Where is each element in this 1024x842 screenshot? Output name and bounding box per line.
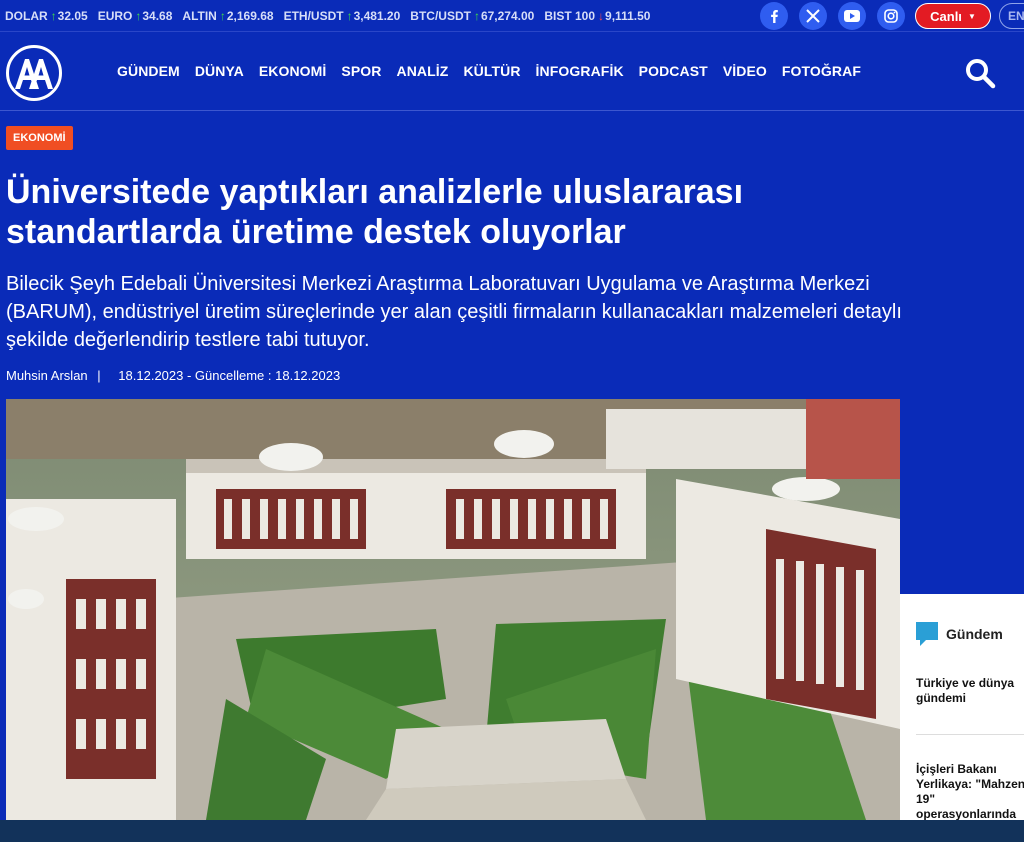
nav-item[interactable]: GÜNDEM bbox=[117, 63, 180, 79]
byline: Muhsin Arslan | 18.12.2023 - Güncelleme … bbox=[6, 368, 346, 383]
chevron-down-icon: ▼ bbox=[967, 11, 976, 21]
ticker-value: 67,274.00 bbox=[480, 8, 535, 23]
facebook-icon[interactable] bbox=[760, 2, 788, 30]
ticker-label: BIST 100 bbox=[544, 8, 596, 23]
ticker-value: 9,111.50 bbox=[605, 8, 651, 23]
ticker-label: ALTIN bbox=[182, 8, 217, 23]
arrow-up-icon: ↑ bbox=[346, 8, 353, 23]
nav-item[interactable]: DÜNYA bbox=[195, 63, 244, 79]
ticker-item[interactable]: BIST 100 ↓ 9,111.50 bbox=[544, 9, 650, 23]
language-label: EN bbox=[1008, 9, 1024, 23]
nav-item[interactable]: EKONOMİ bbox=[259, 63, 327, 79]
nav-item[interactable]: SPOR bbox=[341, 63, 381, 79]
market-ticker: DOLAR ↑ 32.05 EURO ↑ 34.68 ALTIN ↑ 2,169.68 ETH/U… bbox=[0, 0, 1024, 32]
sidebar-divider bbox=[916, 734, 1024, 735]
gundem-sidebar: Gündem Türkiye ve dünya gündemi İçişleri… bbox=[900, 594, 1024, 836]
ticker-item[interactable]: ETH/USDT ↑ 3,481.20 bbox=[284, 9, 401, 23]
ticker-label: ETH/USDT bbox=[283, 8, 344, 23]
nav-item[interactable]: VİDEO bbox=[723, 63, 767, 79]
arrow-down-icon: ↓ bbox=[598, 8, 605, 23]
ticker-value: 34.68 bbox=[142, 8, 173, 23]
nav-item[interactable]: KÜLTÜR bbox=[463, 63, 520, 79]
byline-separator: | bbox=[97, 368, 101, 383]
x-icon[interactable] bbox=[799, 2, 827, 30]
language-button[interactable]: EN bbox=[999, 3, 1024, 29]
article-title: Üniversitede yaptıkları analizlerle ulus… bbox=[6, 173, 744, 251]
youtube-icon[interactable] bbox=[838, 2, 866, 30]
sidebar-heading[interactable]: Gündem bbox=[916, 622, 1003, 646]
arrow-up-icon: ↑ bbox=[135, 8, 142, 23]
category-badge[interactable]: EKONOMİ bbox=[6, 126, 73, 150]
live-button[interactable]: Canlı ▼ bbox=[915, 3, 991, 29]
gundem-icon bbox=[916, 622, 938, 646]
bottom-bar bbox=[0, 820, 1024, 842]
nav-item[interactable]: PODCAST bbox=[639, 63, 708, 79]
ticker-label: EURO bbox=[97, 8, 133, 23]
nav-item[interactable]: İNFOGRAFİK bbox=[536, 63, 624, 79]
instagram-icon[interactable] bbox=[877, 2, 905, 30]
ticker-item[interactable]: ALTIN ↑ 2,169.68 bbox=[182, 9, 273, 23]
ticker-item[interactable]: BTC/USDT ↑ 67,274.00 bbox=[410, 9, 534, 23]
ticker-value: 32.05 bbox=[57, 8, 88, 23]
arrow-up-icon: ↑ bbox=[473, 8, 480, 23]
article-summary: Bilecik Şeyh Edebali Üniversitesi Merkez… bbox=[6, 273, 902, 351]
ticker-value: 3,481.20 bbox=[353, 8, 401, 23]
main-nav: GÜNDEM DÜNYA EKONOMİ SPOR ANALİZ KÜLTÜR İNFOGR… bbox=[117, 63, 876, 79]
aa-logo[interactable] bbox=[6, 45, 62, 101]
ticker-item[interactable]: EURO ↑ 34.68 bbox=[98, 9, 173, 23]
nav-item[interactable]: ANALİZ bbox=[397, 63, 449, 79]
arrow-up-icon: ↑ bbox=[50, 8, 57, 23]
publish-date: 18.12.2023 - Güncelleme : 18.12.2023 bbox=[118, 368, 341, 383]
nav-item[interactable]: FOTOĞRAF bbox=[782, 63, 861, 79]
sidebar-item[interactable]: Türkiye ve dünya gündemi bbox=[916, 676, 1024, 706]
ticker-value: 2,169.68 bbox=[226, 8, 274, 23]
search-icon[interactable] bbox=[964, 57, 996, 89]
ticker-item[interactable]: DOLAR ↑ 32.05 bbox=[5, 9, 88, 23]
ticker-label: DOLAR bbox=[5, 8, 48, 23]
site-header: GÜNDEM DÜNYA EKONOMİ SPOR ANALİZ KÜLTÜR İNFOGR… bbox=[0, 33, 1024, 111]
ticker-label: BTC/USDT bbox=[410, 8, 471, 23]
live-label: Canlı bbox=[930, 8, 962, 24]
arrow-up-icon: ↑ bbox=[219, 8, 226, 23]
aa-logo-icon bbox=[15, 59, 53, 89]
author-name[interactable]: Muhsin Arslan bbox=[6, 368, 88, 383]
article-photo[interactable] bbox=[6, 399, 900, 820]
sidebar-heading-label: Gündem bbox=[946, 626, 1003, 642]
